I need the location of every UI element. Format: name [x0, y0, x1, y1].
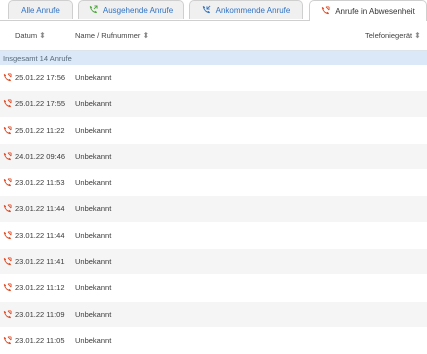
- missed-call-icon: [3, 336, 12, 345]
- call-date: 23.01.22 11:44: [15, 204, 65, 214]
- outgoing-call-icon: [89, 4, 98, 16]
- caller-name: Unbekannt: [75, 257, 112, 267]
- table-header: Datum ⬍ Name / Rufnummer ⬍ Telefoniegerä…: [0, 21, 427, 51]
- call-date: 23.01.22 11:09: [15, 309, 65, 319]
- table-row[interactable]: 23.01.22 11:44 Unbekannt: [0, 223, 427, 250]
- table-row[interactable]: 24.01.22 09:46 Unbekannt: [0, 143, 427, 171]
- call-date: 25.01.22 11:22: [15, 125, 65, 135]
- sort-icon: ⬍: [142, 30, 150, 40]
- table-row[interactable]: 25.01.22 11:22 Unbekannt: [0, 118, 427, 144]
- sort-icon: ⬍: [39, 30, 46, 40]
- call-list: 25.01.22 17:56 Unbekannt 25.01.22 17:55 …: [0, 65, 427, 354]
- calls-summary: Insgesamt 14 Anrufe: [0, 51, 427, 65]
- column-header-device[interactable]: Telefoniegerät ⬍: [365, 21, 421, 50]
- caller-name: Unbekannt: [75, 230, 112, 240]
- table-row[interactable]: 23.01.22 11:53 Unbekannt: [0, 170, 427, 197]
- call-date: 23.01.22 11:44: [15, 230, 65, 240]
- table-row[interactable]: 23.01.22 11:05 Unbekannt: [0, 328, 427, 354]
- tab-label: Ausgehende Anrufe: [102, 5, 174, 15]
- caller-name: Unbekannt: [75, 73, 112, 82]
- column-label: Name / Rufnummer: [75, 31, 141, 40]
- missed-call-icon: [3, 257, 12, 266]
- missed-call-icon: [3, 231, 12, 240]
- tab-label: Anrufe in Abwesenheit: [335, 6, 415, 16]
- table-row[interactable]: 23.01.22 11:41 Unbekannt: [0, 249, 427, 276]
- caller-name: Unbekannt: [75, 178, 112, 188]
- call-date: 23.01.22 11:12: [15, 283, 65, 293]
- table-row[interactable]: 23.01.22 11:44 Unbekannt: [0, 196, 427, 223]
- tab-label: Ankommende Anrufe: [215, 5, 291, 15]
- caller-name: Unbekannt: [75, 335, 112, 345]
- tab-incoming-calls[interactable]: Ankommende Anrufe: [189, 0, 303, 19]
- call-date: 24.01.22 09:46: [15, 151, 66, 161]
- incoming-call-icon: [202, 5, 211, 16]
- column-label: Datum: [15, 31, 38, 40]
- call-date: 23.01.22 11:41: [15, 257, 65, 267]
- call-date: 25.01.22 17:55: [15, 99, 66, 109]
- missed-call-icon: [3, 152, 12, 161]
- column-label: Telefoniegerät: [365, 31, 413, 40]
- table-row[interactable]: 25.01.22 17:55 Unbekannt: [0, 91, 427, 118]
- missed-call-icon: [3, 283, 12, 292]
- caller-name: Unbekannt: [75, 99, 112, 109]
- call-date: 23.01.22 11:05: [15, 335, 65, 345]
- caller-name: Unbekannt: [75, 283, 112, 293]
- tab-label: Alle Anrufe: [21, 5, 60, 15]
- column-header-name[interactable]: Name / Rufnummer ⬍: [75, 21, 149, 50]
- caller-name: Unbekannt: [75, 151, 112, 161]
- missed-call-icon: [3, 178, 12, 187]
- missed-call-icon: [3, 73, 12, 82]
- table-row[interactable]: 23.01.22 11:09 Unbekannt: [0, 301, 427, 328]
- tab-missed-calls[interactable]: Anrufe in Abwesenheit: [309, 0, 427, 21]
- table-row[interactable]: 23.01.22 11:12 Unbekannt: [0, 275, 427, 302]
- sort-icon: ⬍: [414, 30, 421, 40]
- caller-name: Unbekannt: [75, 204, 112, 214]
- tab-outgoing-calls[interactable]: Ausgehende Anrufe: [78, 0, 184, 19]
- tab-all-calls[interactable]: Alle Anrufe: [8, 0, 73, 19]
- caller-name: Unbekannt: [75, 125, 112, 135]
- missed-call-icon: [3, 126, 12, 135]
- missed-call-icon: [3, 310, 12, 319]
- column-header-date[interactable]: Datum ⬍: [15, 21, 46, 50]
- call-date: 23.01.22 11:53: [15, 178, 65, 188]
- call-date: 25.01.22 17:56: [15, 73, 66, 82]
- missed-call-icon: [3, 99, 12, 108]
- call-tabs: Alle Anrufe Ausgehende Anrufe Ankommende…: [0, 0, 427, 21]
- missed-call-icon: [3, 204, 12, 213]
- table-row[interactable]: 25.01.22 17:56 Unbekannt: [0, 65, 427, 92]
- caller-name: Unbekannt: [75, 309, 112, 319]
- missed-call-icon: [321, 5, 330, 17]
